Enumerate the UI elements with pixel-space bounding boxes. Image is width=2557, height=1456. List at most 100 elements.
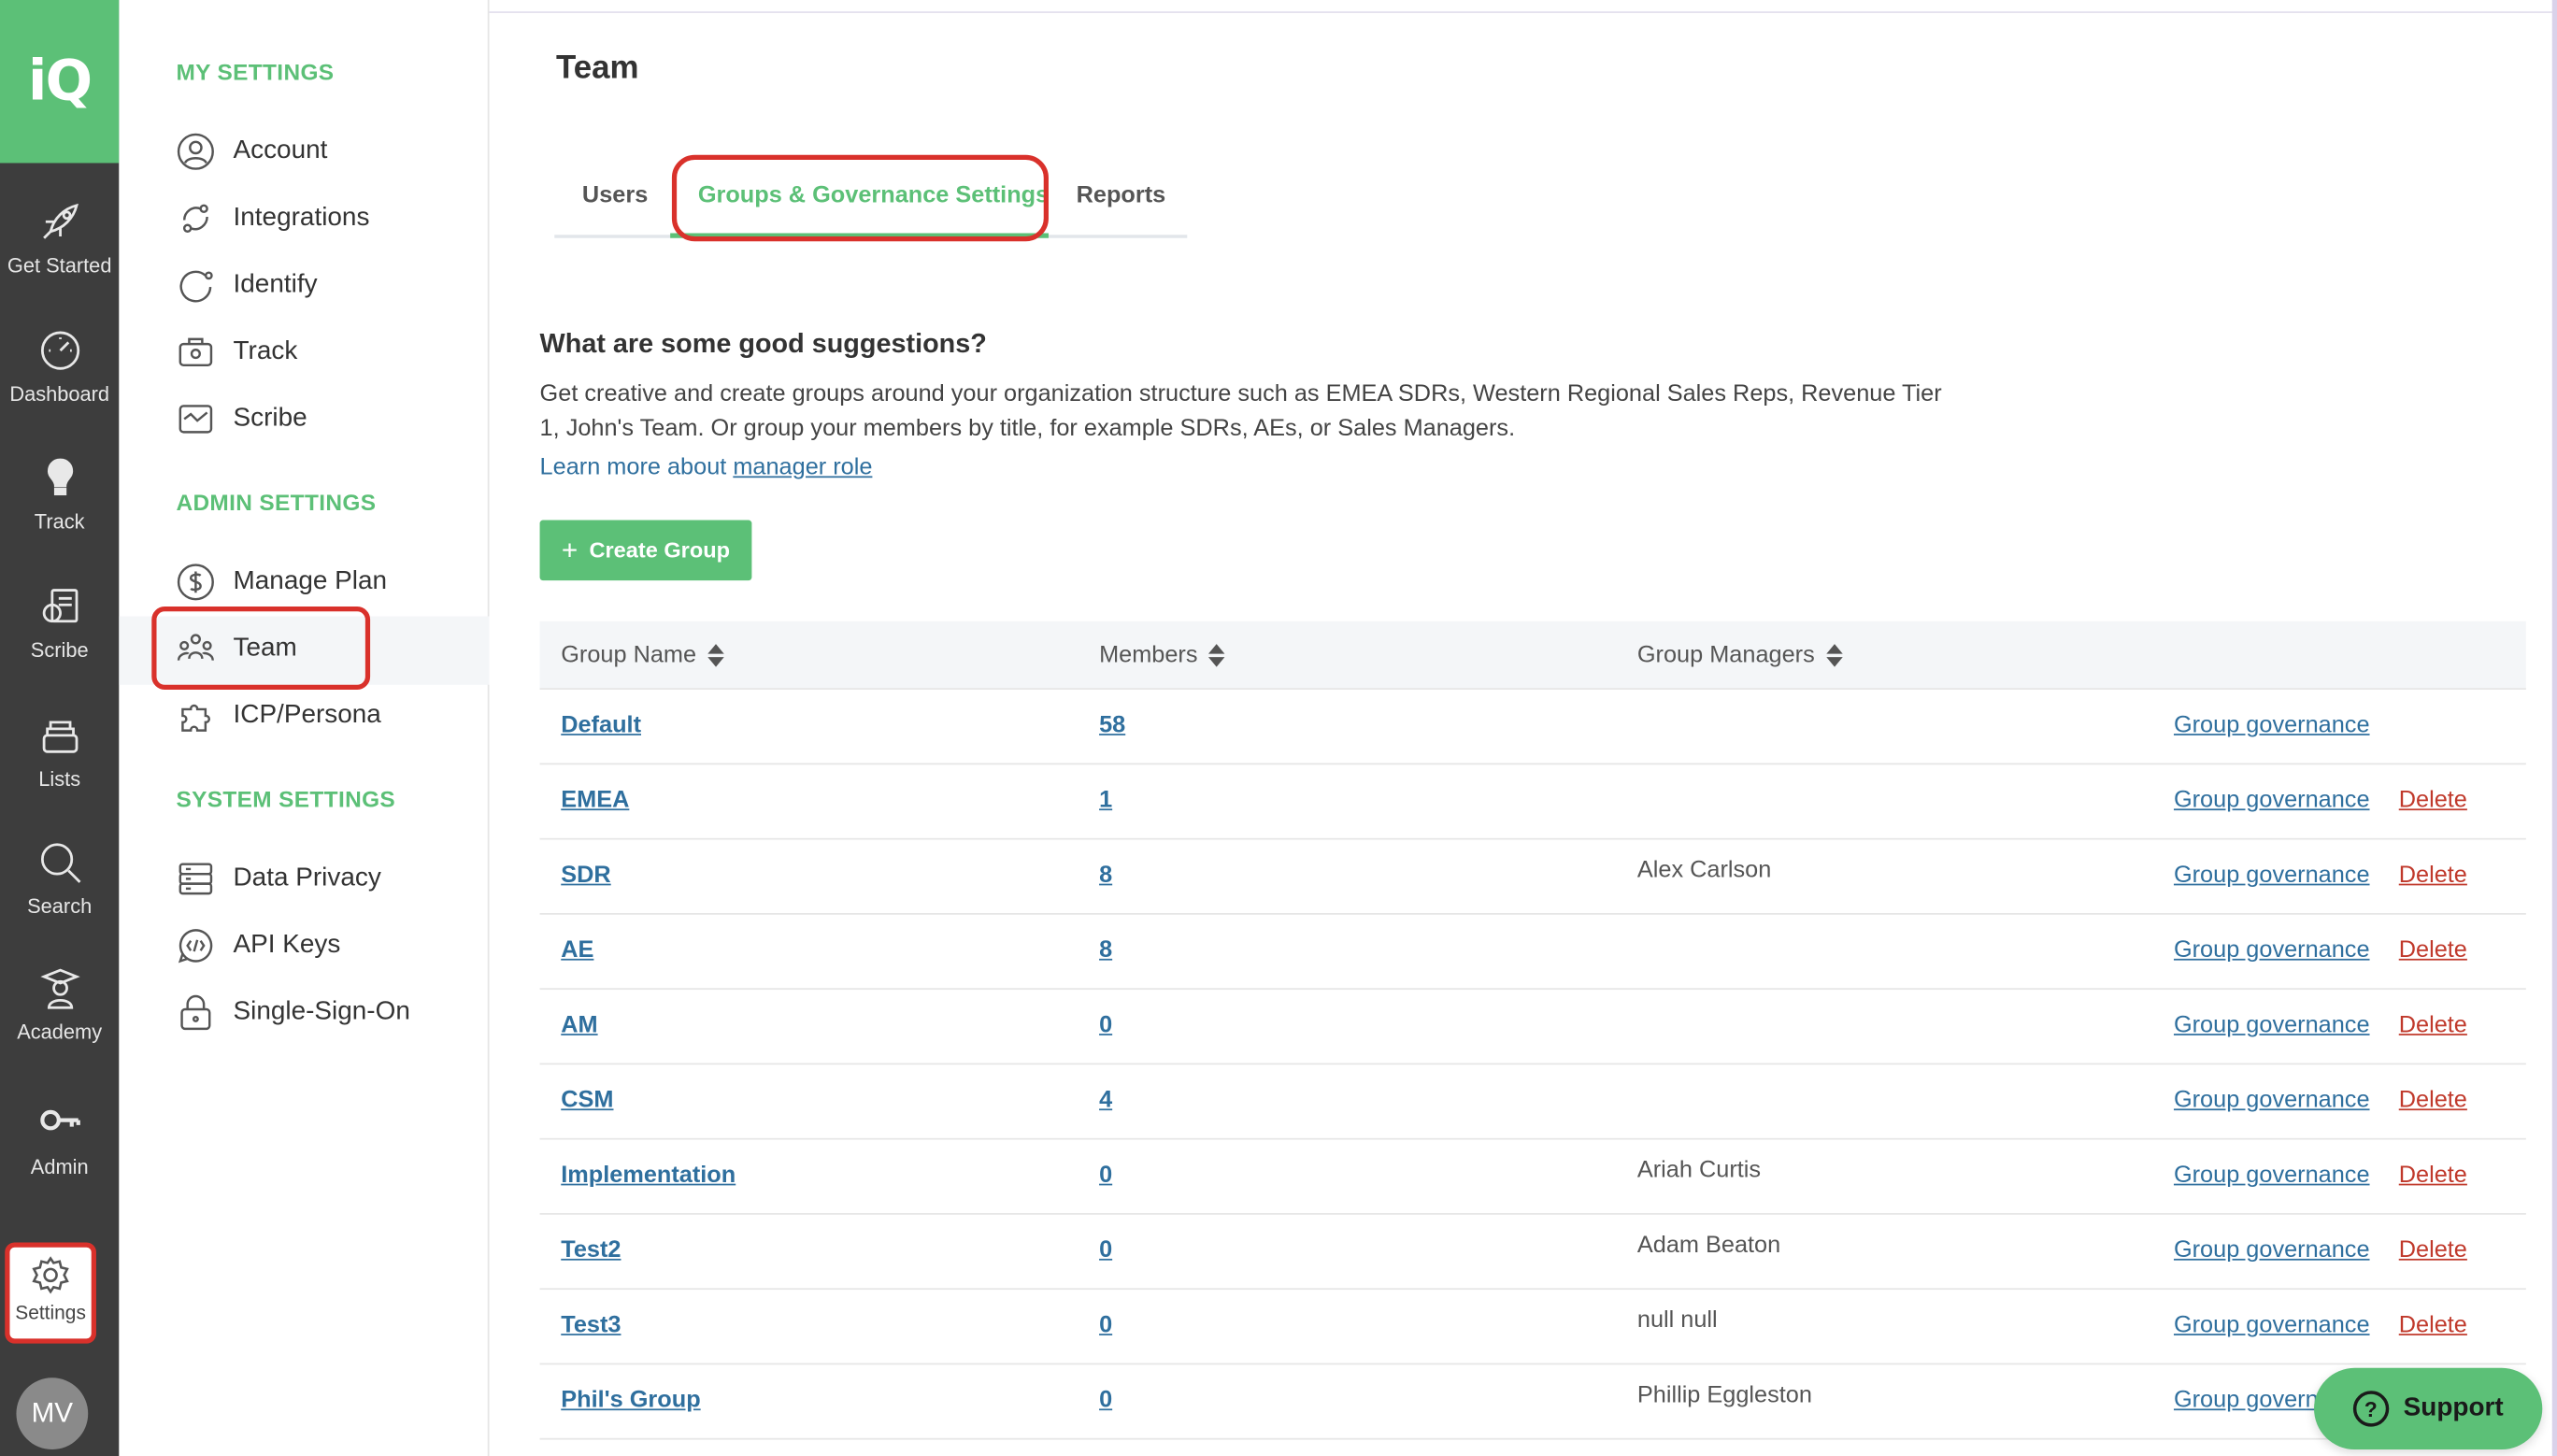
delete-link[interactable]: Delete [2399,1237,2467,1263]
support-button[interactable]: ? Support [2314,1367,2543,1450]
sidebar-item-label: Identify [233,270,318,299]
members-count-link[interactable]: 0 [1099,1237,1112,1263]
table-row: CSM 4 Group governance Delete [539,1064,2526,1140]
delete-link[interactable]: Delete [2399,863,2467,889]
sidebar-item-label: Track [233,337,298,365]
group-name-link[interactable]: CSM [561,1088,613,1114]
lightbulb-icon [47,458,73,496]
puzzle-icon [181,704,210,732]
members-count-link[interactable]: 58 [1099,712,1125,738]
group-governance-link[interactable]: Group governance [2174,1312,2370,1338]
group-governance-link[interactable]: Group govern [2174,1388,2319,1414]
delete-link[interactable]: Delete [2399,1163,2467,1189]
sidebar-item-scribe[interactable]: Scribe [176,394,307,443]
group-name-link[interactable]: Default [561,712,641,738]
members-count-link[interactable]: 0 [1099,1312,1112,1338]
delete-link[interactable]: Delete [2399,1088,2467,1114]
column-header-members[interactable]: Members [1099,642,1226,668]
group-name-link[interactable]: Test2 [561,1237,621,1263]
sidebar-item-label: Team [233,634,297,663]
sidebar-item-label: Account [233,136,328,165]
window-top-edge [489,0,2557,13]
delete-link[interactable]: Delete [2399,1012,2467,1038]
tab-reports[interactable]: Reports [1077,182,1166,208]
sidebar-item-team[interactable]: Team [176,624,297,673]
rail-item-get-started[interactable]: Get Started [0,199,119,317]
section-title-system-settings: SYSTEM SETTINGS [176,785,396,812]
rail-item-settings[interactable]: Settings [5,1242,96,1344]
suggestions-heading: What are some good suggestions? [539,329,987,359]
group-manager: Alex Carlson [1636,857,1772,884]
tab-groups-governance[interactable]: Groups & Governance Settings [698,182,1049,208]
group-name-link[interactable]: AE [561,937,593,964]
group-name-link[interactable]: Implementation [561,1163,736,1189]
group-name-link[interactable]: AM [561,1012,597,1038]
group-governance-link[interactable]: Group governance [2174,863,2370,889]
sidebar-item-data-privacy[interactable]: Data Privacy [176,854,381,903]
rail-label: Get Started [7,254,112,278]
rail-label: Search [27,894,93,919]
dollar-circle-icon [177,564,214,601]
left-rail: iQ Get Started Dashboard Track Scribe Li… [0,0,120,1456]
rail-item-track[interactable]: Track [0,455,119,573]
group-manager: null null [1636,1307,1718,1335]
rail-label: Academy [17,1021,103,1044]
column-header-group-managers[interactable]: Group Managers [1637,642,1843,668]
members-count-link[interactable]: 1 [1099,788,1112,814]
app-logo[interactable]: iQ [0,0,120,164]
group-governance-link[interactable]: Group governance [2174,1237,2370,1263]
sidebar-item-icp-persona[interactable]: ICP/Persona [176,692,381,740]
rail-item-academy[interactable]: Academy [0,965,119,1083]
rail-item-dashboard[interactable]: Dashboard [0,328,119,446]
table-row: AM 0 Group governance Delete [539,990,2526,1065]
create-group-button[interactable]: + Create Group [539,520,752,581]
members-count-link[interactable]: 8 [1099,937,1112,964]
integrations-icon [182,204,208,233]
delete-link[interactable]: Delete [2399,937,2467,964]
group-governance-link[interactable]: Group governance [2174,1088,2370,1114]
avatar[interactable]: MV [16,1377,89,1450]
section-title-admin-settings: ADMIN SETTINGS [176,489,377,516]
group-name-link[interactable]: Phil's Group [561,1388,700,1414]
members-count-link[interactable]: 0 [1099,1388,1112,1414]
rail-label: Dashboard [9,383,110,407]
learn-more-prefix: Learn more about [539,454,727,481]
rail-item-search[interactable]: Search [0,840,119,958]
group-governance-link[interactable]: Group governance [2174,1012,2370,1038]
group-name-link[interactable]: Test3 [561,1312,621,1338]
sidebar-item-single-sign-on[interactable]: Single-Sign-On [176,988,410,1036]
members-count-link[interactable]: 0 [1099,1163,1112,1189]
window-right-edge [2551,0,2557,1456]
sidebar-item-identify[interactable]: Identify [176,261,318,309]
briefcase-icon [179,337,213,367]
members-count-link[interactable]: 8 [1099,863,1112,889]
group-governance-link[interactable]: Group governance [2174,937,2370,964]
group-governance-link[interactable]: Group governance [2174,1163,2370,1189]
sidebar-item-track[interactable]: Track [176,328,297,377]
delete-link[interactable]: Delete [2399,1312,2467,1338]
column-header-group-name[interactable]: Group Name [561,642,724,668]
sidebar-item-integrations[interactable]: Integrations [176,194,369,243]
group-governance-link[interactable]: Group governance [2174,712,2370,738]
members-count-link[interactable]: 4 [1099,1088,1112,1114]
sidebar-item-account[interactable]: Account [176,127,327,176]
rail-item-admin[interactable]: Admin [0,1101,119,1219]
group-governance-link[interactable]: Group governance [2174,788,2370,814]
rail-item-scribe[interactable]: Scribe [0,584,119,702]
team-icon [177,634,214,661]
delete-link[interactable]: Delete [2399,788,2467,814]
manager-role-link[interactable]: manager role [733,455,872,481]
learn-more: Learn more about manager role [540,455,873,481]
help-icon: ? [2352,1391,2389,1427]
sidebar-item-manage-plan[interactable]: Manage Plan [176,558,387,607]
app-window: iQ Get Started Dashboard Track Scribe Li… [0,0,2557,1456]
sidebar-item-api-keys[interactable]: API Keys [176,921,340,970]
group-manager: Ariah Curtis [1636,1157,1762,1184]
tab-users[interactable]: Users [582,182,648,208]
group-name-link[interactable]: SDR [561,863,610,889]
group-manager: Adam Beaton [1636,1232,1781,1259]
rail-item-lists[interactable]: Lists [0,712,119,830]
members-count-link[interactable]: 0 [1099,1012,1112,1038]
group-name-link[interactable]: EMEA [561,788,629,814]
gauge-icon [40,331,79,370]
